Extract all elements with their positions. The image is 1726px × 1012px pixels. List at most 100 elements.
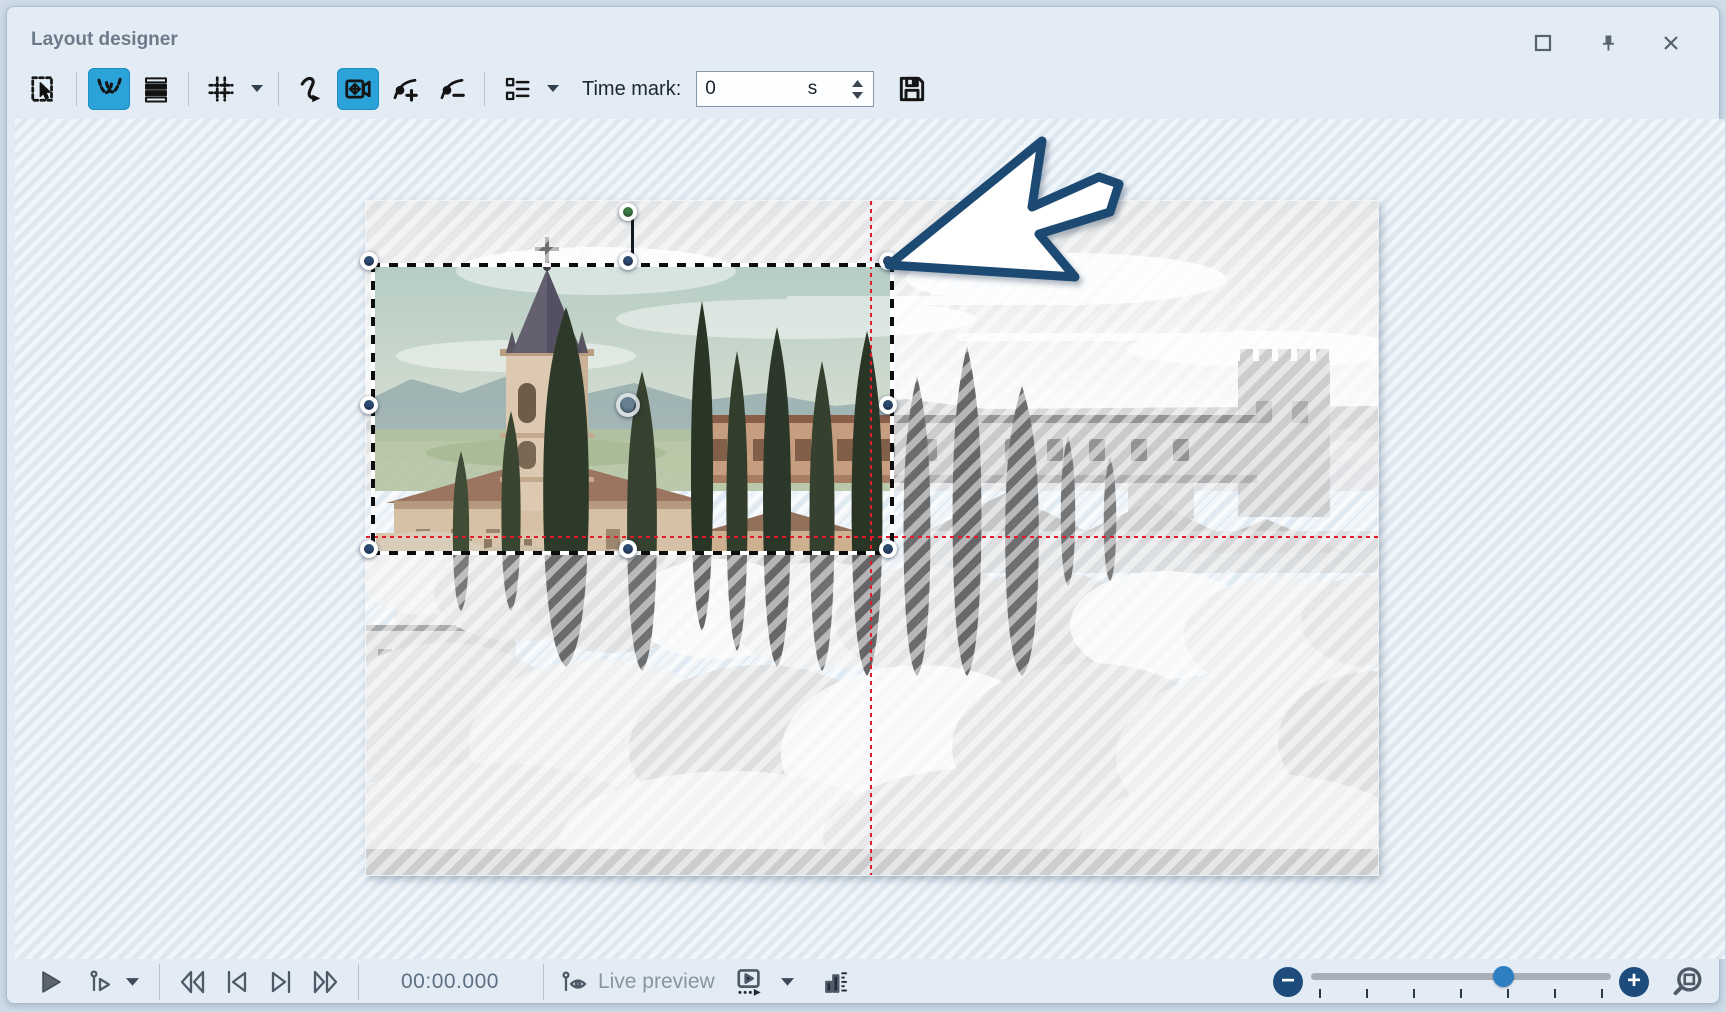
pin-button[interactable] [1594, 29, 1622, 57]
layout-designer-window: Layout designer [0, 0, 1726, 1012]
spinner-up-icon [852, 80, 863, 87]
time-display: 00:00.000 [401, 970, 499, 994]
toolbar-separator [484, 72, 485, 106]
slider-tick [1319, 989, 1321, 998]
statistics-button[interactable] [817, 962, 853, 1002]
time-mark-field: s [696, 71, 874, 107]
skip-end-icon [310, 969, 340, 995]
toolbar: Time mark: s [23, 65, 933, 113]
zoom-in-button[interactable]: + [1619, 967, 1649, 997]
object-list-dropdown[interactable] [543, 68, 563, 110]
move-handle-center[interactable] [616, 393, 640, 417]
layout-canvas[interactable] [15, 119, 1725, 959]
preview-window-icon [733, 967, 763, 997]
previous-keyframe-button[interactable] [218, 962, 256, 1002]
previous-frame-icon [224, 969, 250, 995]
bar-separator [159, 964, 160, 1000]
zoom-in-glyph: + [1627, 969, 1641, 993]
chevron-down-icon [781, 978, 794, 987]
select-tool-icon [29, 74, 59, 104]
keyframe-plus-icon [390, 74, 420, 104]
resize-handle-middle-right[interactable] [879, 396, 897, 414]
layers-button[interactable] [135, 68, 177, 110]
skip-to-start-button[interactable] [174, 962, 212, 1002]
pin-eye-icon [561, 969, 589, 995]
play-options-dropdown[interactable] [119, 962, 145, 1002]
resize-handle-middle-left[interactable] [360, 396, 378, 414]
time-mark-unit: s [808, 78, 818, 100]
layers-icon [141, 74, 171, 104]
pin-icon [1598, 33, 1618, 53]
slider-tick [1413, 989, 1415, 998]
zoom-fit-magnifier-icon [1671, 965, 1705, 999]
toolbar-separator [188, 72, 189, 106]
smooth-path-button[interactable] [290, 68, 332, 110]
resize-handle-bottom-right[interactable] [879, 540, 897, 558]
slider-tick [1601, 989, 1603, 998]
slider-tick [1554, 989, 1556, 998]
page-title: Layout designer [31, 29, 178, 51]
save-button[interactable] [891, 68, 933, 110]
select-mode-button[interactable] [23, 68, 65, 110]
live-preview-label: Live preview [598, 970, 715, 994]
time-mark-spinner[interactable] [845, 72, 869, 106]
play-icon [38, 969, 64, 995]
zoom-slider-track[interactable] [1311, 973, 1611, 980]
resize-handle-top-right[interactable] [879, 252, 897, 270]
rotation-handle[interactable] [619, 203, 637, 221]
play-from-mark-icon [88, 969, 114, 995]
playback-bar: 00:00.000 Live preview [15, 955, 1725, 1009]
next-keyframe-button[interactable] [262, 962, 300, 1002]
skip-start-icon [178, 969, 208, 995]
resize-handle-bottom-center[interactable] [619, 540, 637, 558]
play-from-time-mark-button[interactable] [83, 962, 119, 1002]
s-curve-icon [296, 74, 326, 104]
remove-keyframe-button[interactable] [431, 68, 473, 110]
bar-separator [543, 964, 544, 1000]
camera-pan-button[interactable] [337, 68, 379, 110]
resize-handle-top-left[interactable] [360, 252, 378, 270]
motion-path-mode-button[interactable] [88, 68, 130, 110]
toolbar-separator [278, 72, 279, 106]
keyframe-minus-icon [437, 74, 467, 104]
maximize-icon [1534, 34, 1552, 52]
grid-dropdown[interactable] [247, 68, 267, 110]
grid-button[interactable] [200, 68, 242, 110]
live-preview-toggle[interactable] [558, 962, 592, 1002]
skip-to-end-button[interactable] [306, 962, 344, 1002]
resize-handle-top-center[interactable] [619, 252, 637, 270]
camera-pan-icon [343, 74, 373, 104]
object-list-button[interactable] [496, 68, 538, 110]
maximize-button[interactable] [1529, 29, 1557, 57]
slide-image[interactable] [366, 201, 1378, 875]
close-button[interactable] [1657, 29, 1685, 57]
toolbar-separator [76, 72, 77, 106]
slider-tick [1366, 989, 1368, 998]
preview-options-dropdown[interactable] [775, 962, 801, 1002]
add-keyframe-button[interactable] [384, 68, 426, 110]
chevron-down-icon [547, 85, 559, 93]
chevron-down-icon [251, 85, 263, 93]
zoom-out-glyph: − [1281, 969, 1295, 993]
preview-window-button[interactable] [729, 962, 767, 1002]
time-mark-label: Time mark: [582, 78, 681, 101]
statistics-icon [821, 968, 849, 996]
titlebar: Layout designer [7, 7, 1719, 63]
time-mark-input[interactable] [697, 78, 787, 100]
grid-icon [206, 74, 236, 104]
zoom-fit-button[interactable] [1669, 962, 1707, 1002]
zoom-out-button[interactable]: − [1273, 967, 1303, 997]
motion-path-icon [94, 74, 124, 104]
zoom-slider-thumb[interactable] [1493, 966, 1514, 987]
spinner-down-icon [852, 92, 863, 99]
resize-handle-bottom-left[interactable] [360, 540, 378, 558]
close-icon [1662, 34, 1680, 52]
zoom-slider[interactable] [1311, 965, 1611, 999]
bar-separator [358, 964, 359, 1000]
chevron-down-icon [126, 978, 139, 987]
object-list-icon [502, 74, 532, 104]
play-button[interactable] [31, 962, 71, 1002]
window-chrome: Layout designer [6, 6, 1720, 1004]
next-frame-icon [268, 969, 294, 995]
slider-tick [1460, 989, 1462, 998]
